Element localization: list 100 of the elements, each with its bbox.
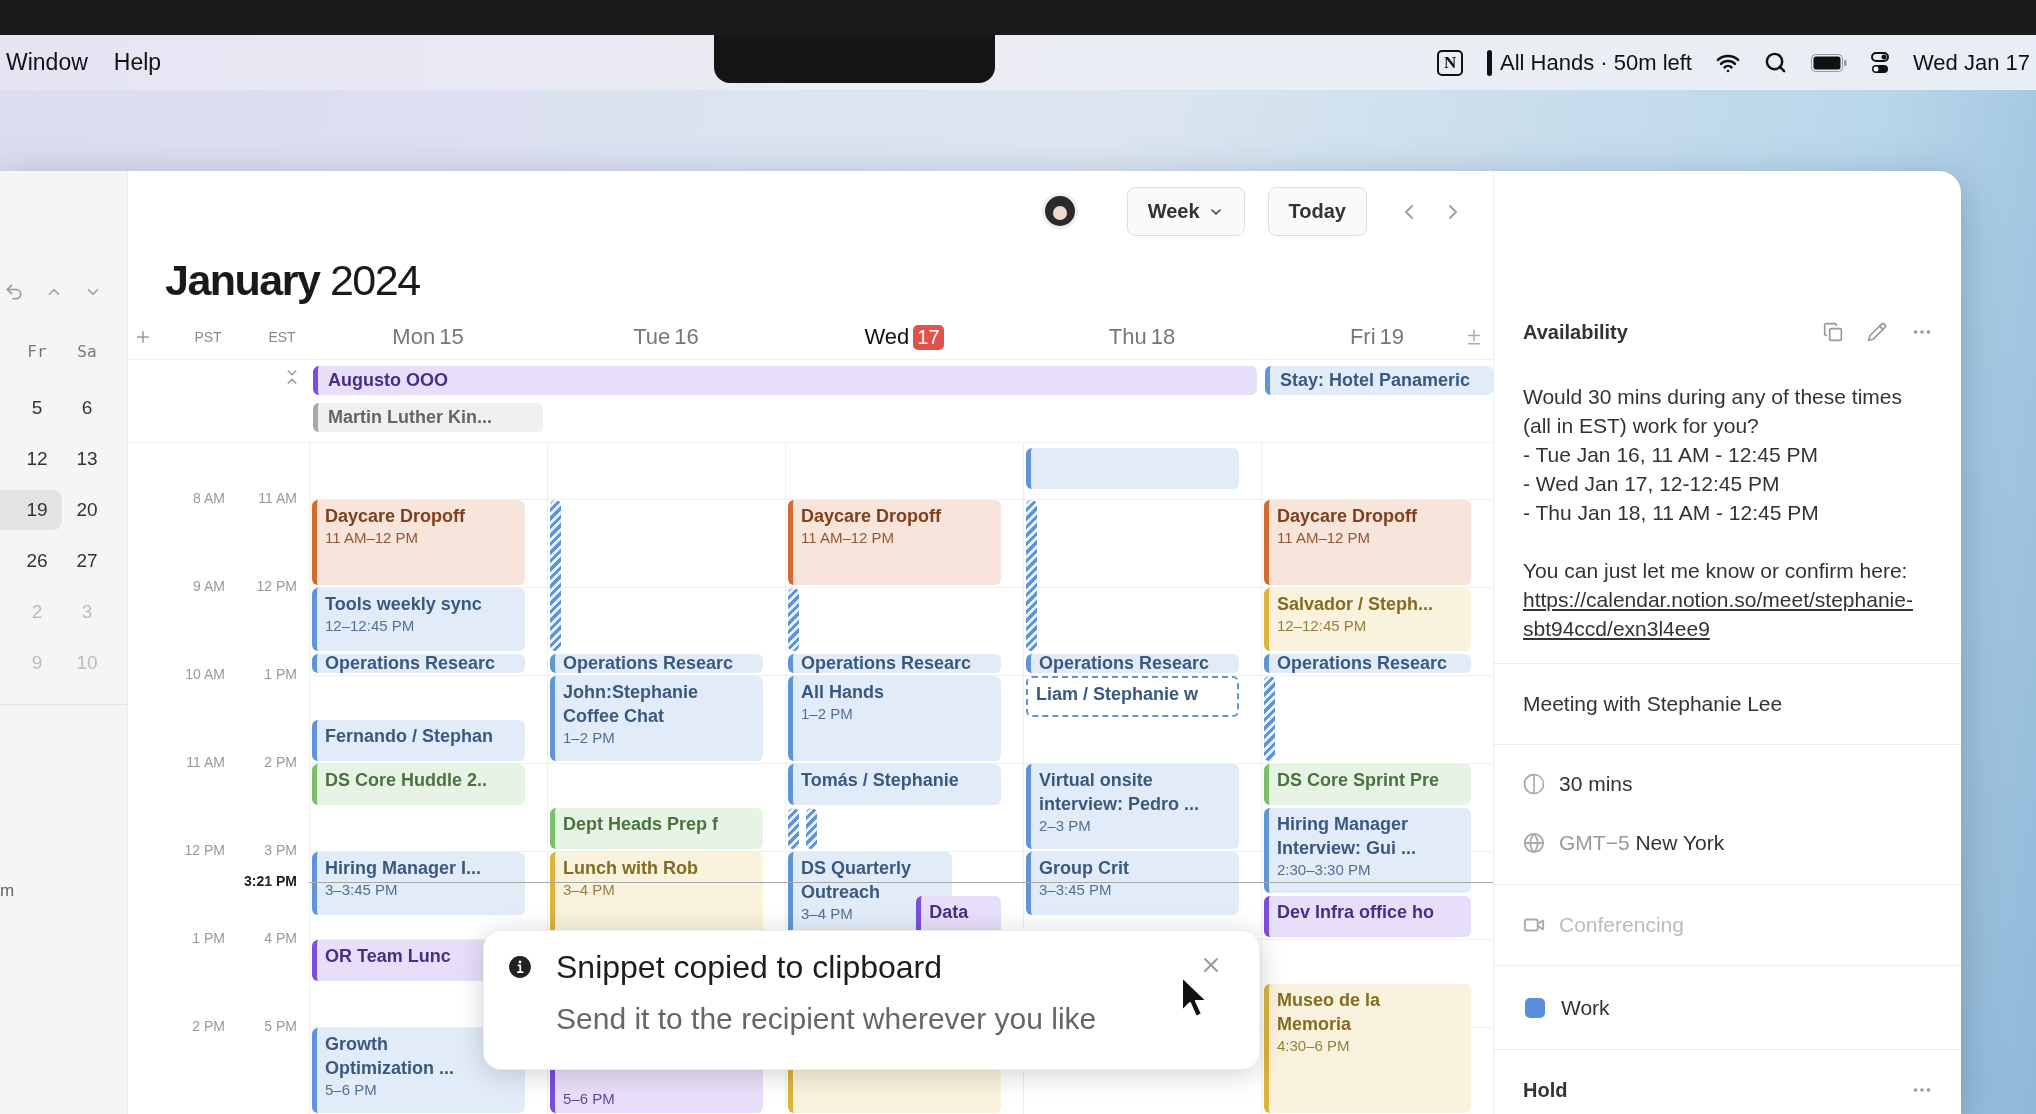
event-block[interactable]: Salvador / Steph... 12–12:45 PM (1264, 587, 1471, 651)
day-date: 15 (439, 324, 464, 350)
event-block[interactable]: John:Stephanie Coffee Chat 1–2 PM (550, 675, 763, 761)
event-block[interactable]: Dev Infra office ho (1264, 895, 1471, 937)
event-block[interactable]: Liam / Stephanie w (1026, 675, 1239, 717)
mini-calendar-day[interactable]: 12 (0, 439, 62, 479)
event-title: All Hands (801, 680, 885, 704)
event-time: 11 AM–12 PM (1277, 527, 1372, 548)
day-name: Fri (1349, 324, 1376, 350)
event-block[interactable]: Dept Heads Prep f (550, 807, 763, 849)
event-block[interactable]: Virtual onsite interview: Pedro ... 2–3 PM (1026, 763, 1239, 849)
globe-icon (1523, 832, 1545, 854)
panel-title: Availability (1523, 320, 1628, 344)
mini-calendar-day[interactable]: 5 (0, 388, 62, 428)
duration-text[interactable]: 30 mins (1559, 772, 1633, 796)
mini-calendar-day[interactable]: 20 (62, 490, 112, 530)
event-title: Daycare Dropoff (1277, 504, 1419, 528)
day-date: 16 (674, 324, 699, 350)
all-day-event[interactable]: Augusto OOO (313, 366, 1257, 395)
hour-label: 11 AM (186, 753, 225, 770)
mini-calendar-day[interactable]: 26 (0, 541, 62, 581)
menu-bar-clock[interactable]: Wed Jan 17 (1913, 49, 2030, 76)
menu-item[interactable]: Window (6, 49, 88, 76)
event-block[interactable]: All Hands 1–2 PM (788, 675, 1001, 761)
event-title: Operations Researc (1277, 653, 1449, 673)
all-day-event[interactable]: Stay: Hotel Panameric (1265, 366, 1493, 395)
mini-calendar-day[interactable]: 13 (62, 439, 112, 479)
event-block[interactable] (1026, 448, 1239, 490)
menu-item[interactable]: Help (113, 49, 162, 76)
event-block[interactable]: Operations Researc (1026, 653, 1239, 673)
edit-icon[interactable] (1867, 322, 1887, 342)
event-block[interactable]: Operations Researc (788, 653, 1001, 673)
hour-label: 3 PM (264, 841, 297, 858)
event-title: Growth Optimization ... (325, 1032, 455, 1080)
mini-calendar-day[interactable]: 27 (62, 541, 112, 581)
event-block[interactable]: Operations Researc (1264, 653, 1471, 673)
event-title: DS Core Sprint Pre (1277, 768, 1441, 792)
event-title: Liam / Stephanie w (1036, 682, 1200, 706)
event-title: Hiring Manager Interview: Gui ... (1277, 812, 1418, 860)
search-icon[interactable] (1764, 51, 1787, 74)
event-block[interactable]: Group Crit 3–3:45 PM (1026, 851, 1239, 915)
event-title: Fernando / Stephan (325, 724, 494, 748)
event-block[interactable]: Museo de la Memoria 4:30–6 PM (1264, 983, 1471, 1113)
duration-icon (1523, 773, 1545, 795)
weekday-label: Sa (76, 340, 98, 363)
day-date: 19 (1379, 324, 1405, 350)
battery-icon[interactable] (1811, 53, 1847, 72)
event-title: Operations Researc (1039, 653, 1211, 673)
event-title: Dev Infra office ho (1277, 900, 1436, 924)
app-logo[interactable]: N (1437, 49, 1463, 76)
calendar-name[interactable]: Work (1561, 996, 1610, 1020)
event-title: DS Core Huddle 2.. (325, 768, 489, 792)
event-time: 12–12:45 PM (1277, 615, 1368, 636)
timezone-text[interactable]: GMT−5 New York (1559, 831, 1725, 855)
add-icon[interactable] (134, 328, 152, 346)
avatar[interactable] (1041, 193, 1078, 229)
day-name: Thu (1108, 324, 1147, 350)
event-block[interactable]: Tomás / Stephanie (788, 763, 1001, 805)
event-time: 1–2 PM (801, 703, 854, 724)
event-title: Daycare Dropoff (325, 504, 467, 528)
event-block[interactable]: Daycare Dropoff 11 AM–12 PM (1264, 499, 1471, 585)
event-time: 3–4 PM (801, 903, 854, 924)
hour-label: 1 PM (192, 929, 225, 946)
meeting-status[interactable]: All Hands · 50m left (1500, 49, 1692, 76)
expand-icon[interactable] (1465, 328, 1483, 346)
hour-label: 12 PM (184, 841, 225, 858)
event-block[interactable]: Daycare Dropoff 11 AM–12 PM (788, 499, 1001, 585)
event-time: 11 AM–12 PM (801, 527, 896, 548)
event-block[interactable]: DS Core Sprint Pre (1264, 763, 1471, 805)
event-block[interactable]: DS Core Huddle 2.. (312, 763, 525, 805)
undo-icon[interactable] (4, 282, 24, 302)
weekday-label: Fr (26, 340, 48, 363)
view-dropdown[interactable]: Week (1126, 187, 1245, 236)
event-title: Tomás / Stephanie (801, 768, 960, 792)
day-name: Wed (864, 324, 910, 350)
sidebar-text: m (0, 881, 16, 901)
event-block[interactable]: Hiring Manager Interview: Gui ... 2:30–3:30 PM (1264, 807, 1471, 893)
event-title: Museo de la Memoria (1277, 988, 1382, 1036)
event-block[interactable]: Tools weekly sync 12–12:45 PM (312, 587, 525, 651)
event-title: Lunch with Rob (563, 856, 699, 880)
event-block[interactable]: Daycare Dropoff 11 AM–12 PM (312, 499, 525, 585)
meeting-title: Meeting with Stephanie Lee (1523, 692, 1784, 716)
event-block[interactable]: Operations Researc (550, 653, 763, 673)
event-time: 2:30–3:30 PM (1277, 859, 1372, 880)
event-title: Operations Researc (801, 653, 973, 673)
mini-calendar-day[interactable]: 19 (0, 490, 62, 530)
event-block[interactable]: Hiring Manager I... 3–3:45 PM (312, 851, 525, 915)
hour-label: 2 PM (192, 1017, 225, 1034)
hour-label: 11 AM (258, 489, 297, 506)
event-title: John:Stephanie Coffee Chat (563, 680, 699, 728)
all-day-event[interactable]: Martin Luther Kin... (313, 403, 543, 432)
booking-link[interactable]: https://calendar.notion.so/meet/stephanie-sbt94ccd/exn3l4ee9 (1523, 585, 1933, 643)
event-block[interactable]: Fernando / Stephan (312, 719, 525, 761)
copy-icon[interactable] (1823, 322, 1843, 342)
event-title: Dept Heads Prep f (563, 812, 720, 836)
control-center-icon[interactable] (1871, 51, 1889, 74)
today-button[interactable]: Today (1267, 187, 1367, 236)
event-block[interactable]: Operations Researc (312, 653, 525, 673)
hour-label: 8 AM (193, 489, 225, 506)
mini-calendar-day[interactable]: 6 (62, 388, 112, 428)
